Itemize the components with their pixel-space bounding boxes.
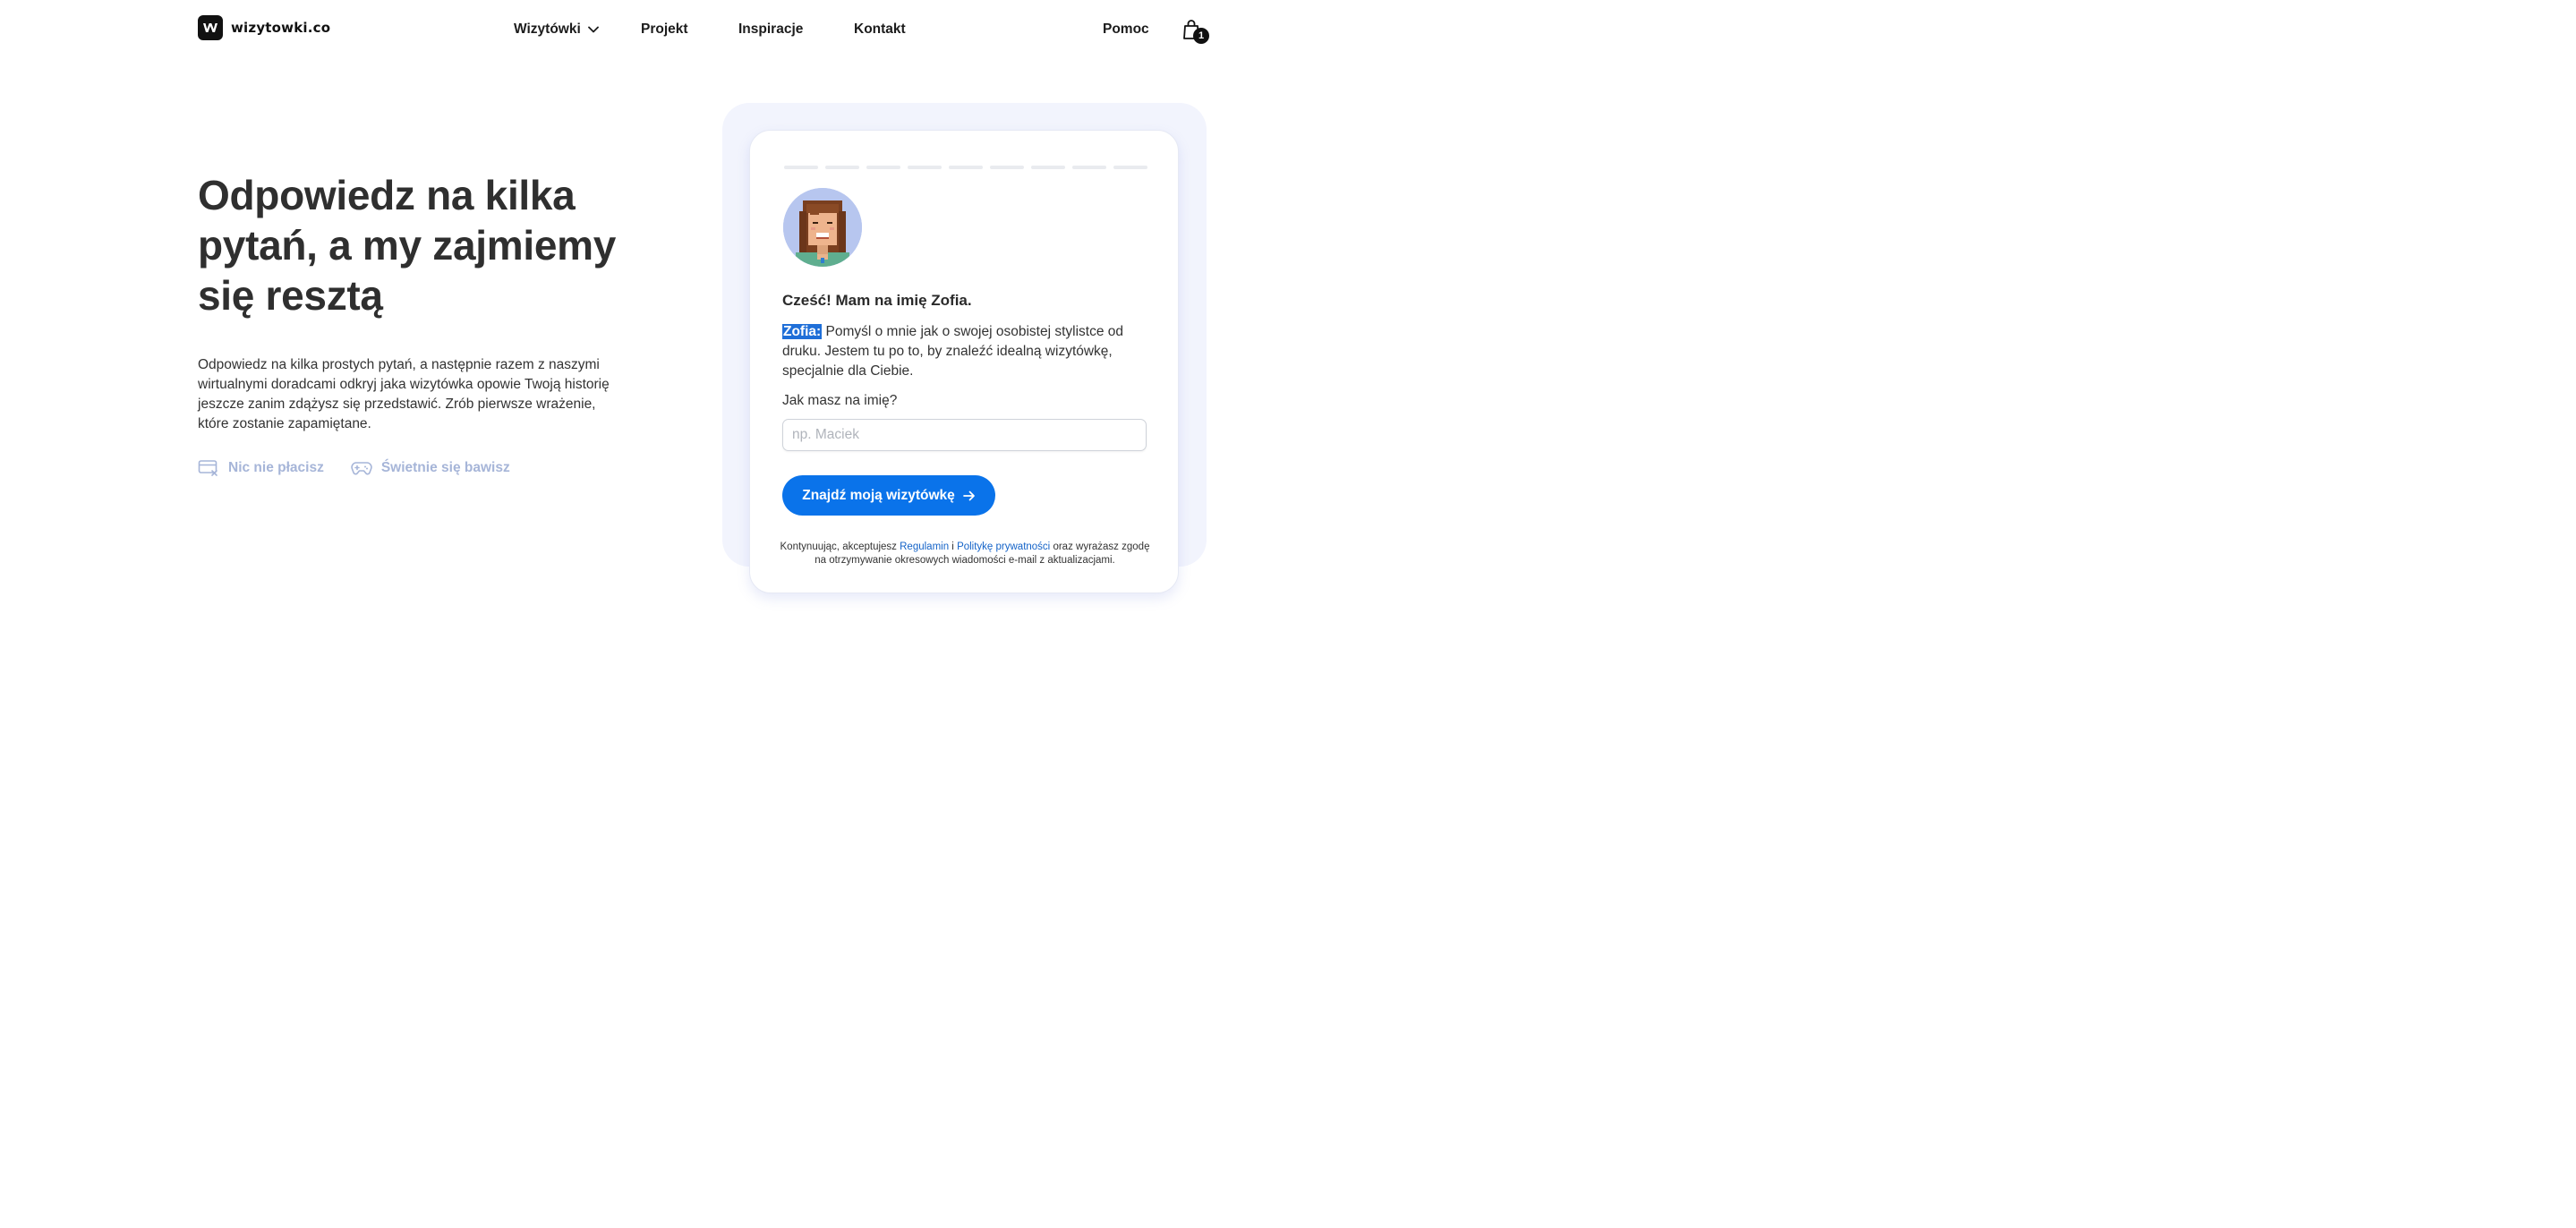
- nav-item-label: Inspiracje: [738, 21, 804, 37]
- chevron-down-icon: [587, 26, 599, 33]
- advisor-avatar: [783, 188, 862, 267]
- legal-notice: Kontynuując, akceptujesz Regulamin i Pol…: [777, 541, 1153, 567]
- help-link[interactable]: Pomoc: [1103, 21, 1149, 38]
- feature-free: Nic nie płacisz: [198, 459, 324, 477]
- hero-title: Odpowiedz na kilka pytań, a my zajmiemy …: [198, 172, 616, 319]
- nav-item-label: Kontakt: [854, 21, 906, 37]
- progress-segment: [1072, 166, 1106, 169]
- legal-and: i: [949, 542, 958, 552]
- progress-segment: [908, 166, 942, 169]
- progress-bar: [784, 166, 1147, 169]
- advisor-message-text: Pomyśl o mnie jak o swojej osobistej sty…: [782, 324, 1124, 379]
- feature-fun: Świetnie się bawisz: [351, 459, 510, 477]
- advisor-name: Zofia:: [782, 324, 823, 339]
- quiz-card: Cześć! Mam na imię Zofia. Zofia: Pomyśl …: [749, 130, 1179, 593]
- gamepad-icon: [351, 462, 372, 475]
- progress-segment: [990, 166, 1024, 169]
- cart-count-badge: 1: [1193, 28, 1209, 44]
- submit-label: Znajdź moją wizytówkę: [802, 487, 955, 503]
- arrow-right-icon: [962, 490, 975, 500]
- progress-segment: [1113, 166, 1147, 169]
- progress-segment: [866, 166, 900, 169]
- nav-item-projekt[interactable]: Projekt: [641, 21, 688, 38]
- name-input[interactable]: [782, 419, 1147, 451]
- terms-link[interactable]: Regulamin: [900, 542, 949, 552]
- progress-segment: [1031, 166, 1065, 169]
- nav-item-label: Wizytówki: [514, 21, 581, 37]
- nav-item-label: Projekt: [641, 21, 688, 37]
- privacy-link[interactable]: Politykę prywatności: [957, 542, 1050, 552]
- hero-description: Odpowiedz na kilka prostych pytań, a nas…: [198, 357, 610, 431]
- greeting-heading: Cześć! Mam na imię Zofia.: [782, 292, 972, 309]
- feature-label: Świetnie się bawisz: [380, 460, 510, 475]
- legal-prefix: Kontynuując, akceptujesz: [780, 542, 900, 552]
- nav-item-kontakt[interactable]: Kontakt: [854, 21, 906, 38]
- feature-list: Nic nie płacisz Świetnie się bawisz: [198, 459, 510, 477]
- progress-segment: [949, 166, 983, 169]
- site-header: wizytowki.co Wizytówki Projekt Inspiracj…: [0, 0, 1403, 61]
- find-card-button[interactable]: Znajdź moją wizytówkę: [782, 475, 995, 516]
- nav-item-wizytowki[interactable]: Wizytówki: [514, 21, 599, 38]
- card-x-icon: [198, 460, 218, 476]
- advisor-message: Zofia: Pomyśl o mnie jak o swojej osobis…: [782, 322, 1149, 381]
- progress-segment: [784, 166, 818, 169]
- nav-item-inspiracje[interactable]: Inspiracje: [738, 21, 803, 38]
- progress-segment: [825, 166, 859, 169]
- cart-button[interactable]: 1: [1181, 19, 1210, 44]
- feature-label: Nic nie płacisz: [228, 460, 324, 475]
- name-question-label: Jak masz na imię?: [782, 393, 898, 408]
